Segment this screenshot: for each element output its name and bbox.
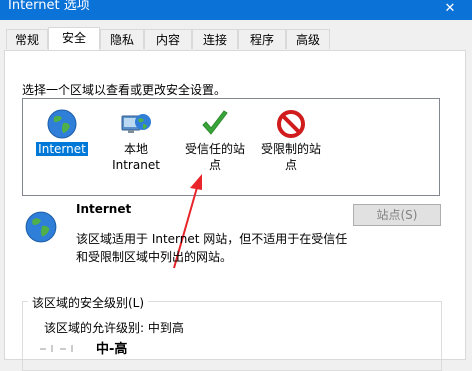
description-line: 该区域适用于 Internet 网站，但不适用于在受信任 [76, 232, 348, 246]
close-button[interactable]: ✕ [428, 0, 472, 20]
current-security-level: 中-高 [96, 342, 128, 357]
tab-content[interactable]: 内容 [144, 29, 192, 49]
tab-privacy[interactable]: 隐私 [100, 29, 144, 49]
globe-icon [47, 109, 77, 139]
selected-zone-name: Internet [76, 202, 132, 216]
zone-label: 受限制的站 [260, 142, 321, 156]
selected-zone-description: 该区域适用于 Internet 网站，但不适用于在受信任 和受限制区域中列出的网… [76, 230, 356, 266]
zone-restricted-sites[interactable]: 受限制的站 点 [249, 107, 333, 173]
restricted-icon [277, 110, 305, 138]
zone-instruction: 选择一个区域以查看或更改安全设置。 [22, 83, 227, 97]
security-level-group [22, 301, 442, 371]
tab-connections[interactable]: 连接 [192, 29, 238, 49]
tab-general[interactable]: 常规 [6, 29, 48, 49]
title-bar: Internet 选项 ✕ [0, 0, 472, 20]
tab-programs[interactable]: 程序 [238, 29, 286, 49]
globe-icon [25, 211, 57, 243]
security-level-slider[interactable] [38, 345, 78, 352]
zone-label-line2: Intranet [112, 158, 160, 172]
intranet-icon [121, 114, 151, 133]
window-title: Internet 选项 [8, 0, 90, 13]
allowed-levels-text: 该区域的允许级别: 中到高 [44, 321, 184, 335]
sites-button[interactable]: 站点(S) [353, 204, 441, 226]
zone-trusted-sites[interactable]: 受信任的站 点 [173, 107, 257, 173]
zone-internet[interactable]: Internet [25, 107, 99, 157]
zone-label-line2: 点 [208, 158, 221, 172]
tab-security[interactable]: 安全 [48, 27, 100, 51]
zone-local-intranet[interactable]: 本地 Intranet [99, 107, 173, 173]
zone-label: Internet [36, 142, 88, 156]
zone-list[interactable]: Internet 本地 Intranet 受信任的站 点 受限制的站 点 [22, 98, 440, 196]
zone-label: 本地 [123, 142, 148, 156]
checkmark-icon [202, 110, 228, 135]
security-level-group-title: 该区域的安全级别(L) [28, 294, 149, 311]
tab-advanced[interactable]: 高级 [286, 29, 330, 49]
zone-label: 受信任的站 [184, 142, 245, 156]
zone-label-line2: 点 [284, 158, 297, 172]
description-line: 和受限制区域中列出的网站。 [76, 250, 233, 264]
tab-strip: 常规 安全 隐私 内容 连接 程序 高级 [0, 27, 472, 51]
